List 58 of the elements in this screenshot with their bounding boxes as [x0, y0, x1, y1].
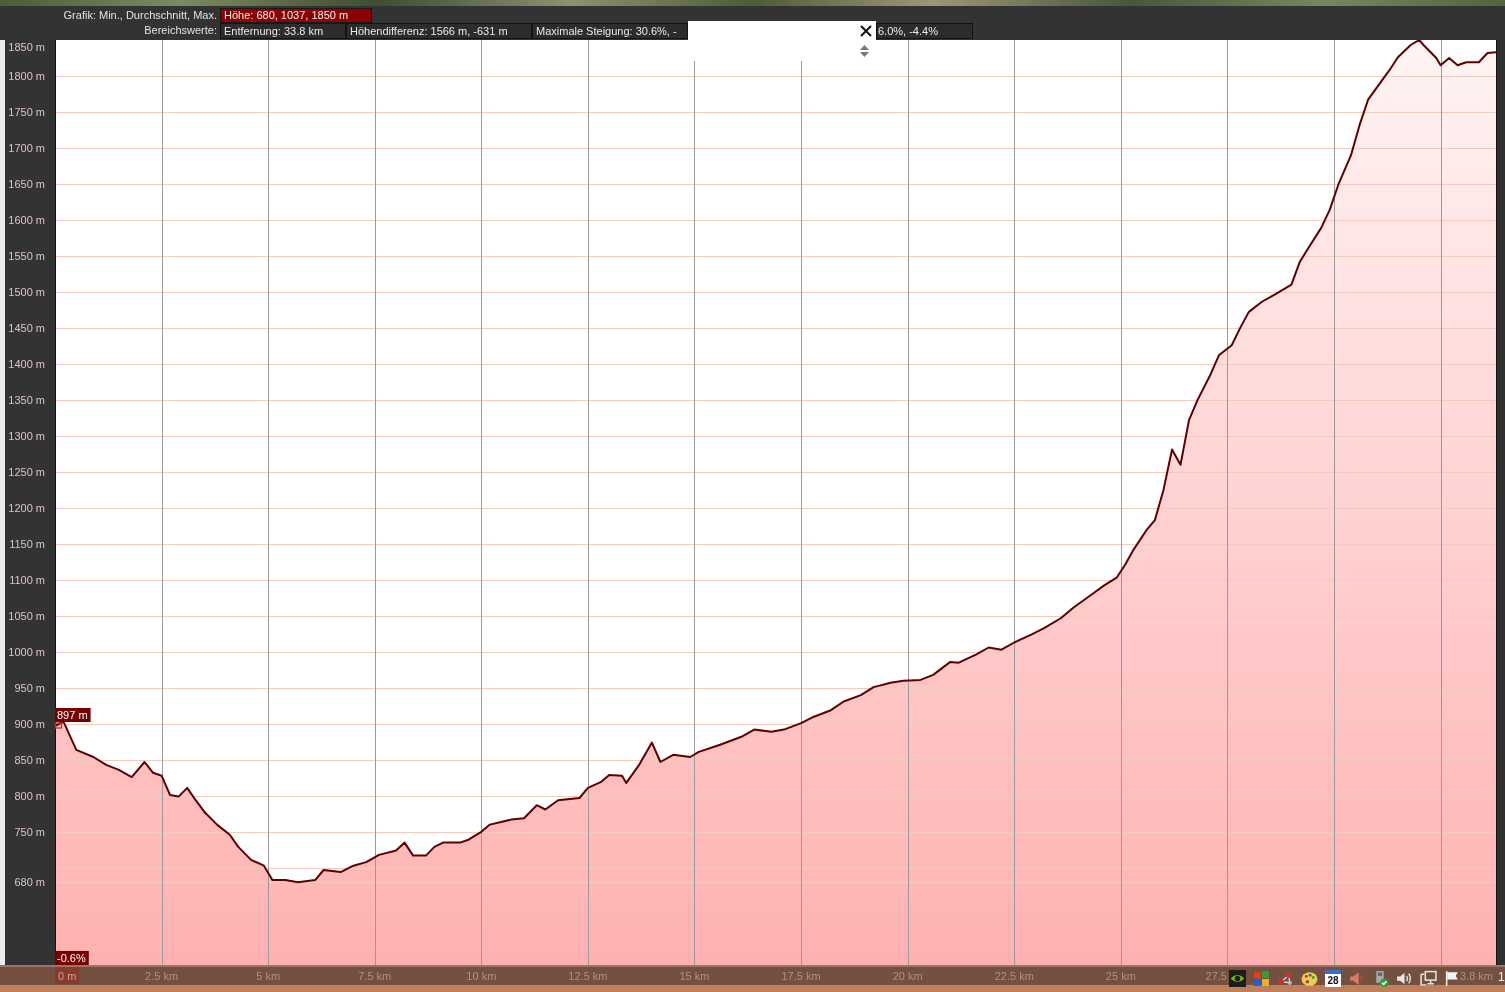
close-icon[interactable]	[860, 25, 872, 37]
x-axis-label: 15 km	[679, 970, 710, 982]
y-axis-label: 1250 m	[8, 465, 45, 478]
x-axis-label: 22.5 km	[994, 970, 1034, 982]
speaker-waves-icon[interactable]	[1396, 970, 1413, 987]
x-axis-label: 27.5	[1205, 970, 1227, 982]
y-axis-label: 1000 m	[8, 645, 45, 658]
y-axis-label: 900 m	[14, 717, 45, 730]
y-axis-label: 1700 m	[8, 142, 45, 154]
monitor-icon[interactable]	[1420, 970, 1437, 987]
clock-text: 1	[1498, 970, 1505, 984]
range-value: Entfernung: 33.8 km	[220, 23, 346, 39]
y-axis-label: 1300 m	[8, 429, 45, 442]
eye-logo-icon[interactable]	[1229, 970, 1246, 987]
x-axis-label: 12.5 km	[568, 970, 608, 982]
range-value: 6.0%, -4.4%	[876, 23, 973, 39]
y-axis-label: 1400 m	[8, 357, 45, 370]
elevation-readout: 897 m	[55, 708, 91, 722]
y-axis-label: 1350 m	[8, 393, 45, 406]
graph-label: Grafik: Min., Durchschnitt, Max.	[62, 8, 218, 23]
y-axis-label: 1500 m	[8, 285, 45, 298]
y-axis-label: 1650 m	[8, 178, 45, 190]
x-axis-label: 17.5 km	[781, 970, 821, 982]
y-axis-label: 950 m	[14, 681, 45, 694]
y-axis-label: 750 m	[14, 825, 45, 838]
marker-icon	[54, 722, 63, 729]
y-axis-label: 1200 m	[8, 501, 45, 514]
y-axis-label: 1850 m	[8, 41, 45, 53]
x-axis-label: 7.5 km	[358, 970, 392, 982]
range-value: Maximale Steigung: 30.6%, -	[532, 23, 688, 39]
elevation-summary: Höhe: 680, 1037, 1850 m	[220, 8, 372, 23]
y-axis-label: 800 m	[14, 789, 45, 802]
y-axis-label: 1150 m	[9, 537, 45, 550]
x-axis-label: 0 m	[55, 967, 80, 984]
x-axis-label: 10 km	[466, 970, 497, 982]
network-nodes-icon[interactable]	[1277, 970, 1294, 987]
y-axis-label: 1450 m	[8, 321, 45, 334]
x-axis-label: 25 km	[1105, 970, 1136, 982]
y-axis-label: 680 m	[14, 876, 45, 889]
range-value: Höhendifferenz: 1566 m, -631 m	[346, 23, 532, 39]
y-axis-label: 1800 m	[8, 70, 45, 82]
x-axis-label: 3.8 km	[1460, 970, 1493, 982]
y-axis-label: 1100 m	[9, 573, 45, 586]
grade-readout: -0.6%	[55, 951, 89, 965]
y-axis-label: 1550 m	[8, 250, 45, 262]
x-axis-label: 5 km	[256, 970, 281, 982]
y-axis-label: 1050 m	[8, 609, 45, 622]
y-axis-label: 850 m	[14, 753, 45, 766]
flag-icon[interactable]	[1444, 970, 1461, 987]
spinner-arrows-icon[interactable]	[859, 45, 870, 57]
y-axis-label: 1600 m	[8, 214, 45, 226]
range-label: Bereichswerte:	[143, 23, 218, 38]
four-blocks-icon[interactable]	[1253, 970, 1270, 987]
y-axis-label: 1750 m	[8, 106, 45, 118]
x-axis-label: 2.5 km	[145, 970, 179, 982]
calendar-icon[interactable]: 28	[1325, 970, 1341, 987]
x-axis-label: 20 km	[892, 970, 923, 982]
palette-icon[interactable]	[1301, 970, 1318, 987]
